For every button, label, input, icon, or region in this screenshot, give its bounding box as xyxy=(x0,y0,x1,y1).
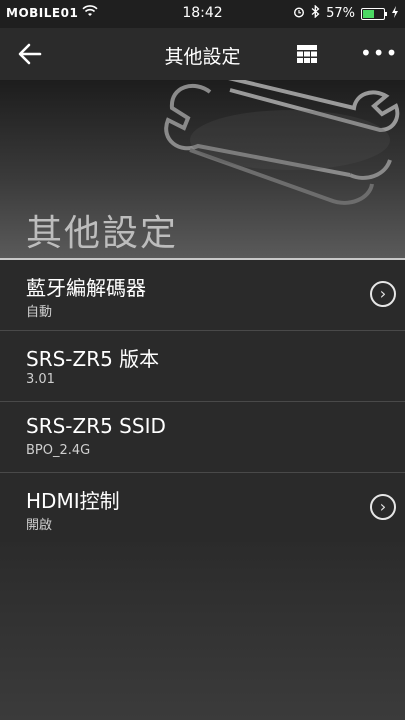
setting-value: 3.01 xyxy=(26,372,55,387)
hero-banner: 其他設定 xyxy=(0,80,405,258)
settings-list: 藍牙編解碼器 自動 › SRS-ZR5 版本 3.01 SRS-ZR5 SSID… xyxy=(0,260,405,544)
setting-value: BPO_2.4G xyxy=(26,443,91,458)
battery-percent: 57% xyxy=(326,6,355,21)
battery-icon xyxy=(361,7,387,20)
nav-bar: 其他設定 ••• xyxy=(0,28,405,80)
bluetooth-icon xyxy=(311,4,320,22)
battery-fill xyxy=(363,9,374,18)
hero-title: 其他設定 xyxy=(26,213,179,254)
chevron-right-icon[interactable]: › xyxy=(370,281,396,307)
more-icon[interactable]: ••• xyxy=(360,40,397,66)
page-title: 其他設定 xyxy=(164,46,241,68)
empty-area xyxy=(0,542,405,720)
charging-icon xyxy=(391,5,399,22)
status-bar: MOBILE01 18:42 57% xyxy=(0,0,405,28)
alarm-icon xyxy=(293,6,305,22)
status-right: 57% xyxy=(293,4,399,22)
wrench-illustration xyxy=(164,80,400,205)
chevron-right-icon[interactable]: › xyxy=(370,494,396,520)
setting-value: 開啟 xyxy=(26,518,53,533)
setting-ssid: SRS-ZR5 SSID BPO_2.4G xyxy=(0,402,405,473)
setting-bluetooth-codec[interactable]: 藍牙編解碼器 自動 › xyxy=(0,260,405,331)
setting-version: SRS-ZR5 版本 3.01 xyxy=(0,331,405,402)
setting-label: SRS-ZR5 SSID xyxy=(26,414,166,438)
setting-value: 自動 xyxy=(26,305,53,320)
setting-hdmi-control[interactable]: HDMI控制 開啟 › xyxy=(0,473,405,544)
grid-icon[interactable] xyxy=(296,44,318,64)
setting-label: 藍牙編解碼器 xyxy=(26,276,146,300)
setting-label: HDMI控制 xyxy=(26,489,120,513)
setting-label: SRS-ZR5 版本 xyxy=(26,347,160,371)
